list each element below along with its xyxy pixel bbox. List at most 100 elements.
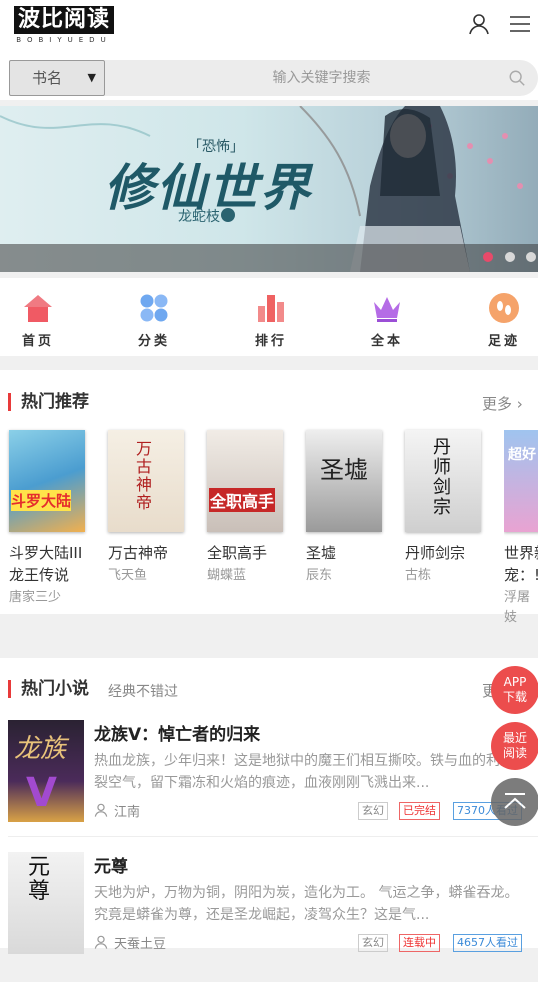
novel-description: 热血龙族，少年归来！这是地狱中的魔王们相互撕咬。铁与血的利爪撕裂空气，留下霜冻和… (94, 753, 528, 791)
novel-title: 元尊 (94, 857, 128, 877)
book-title-line2: 宠：! (504, 566, 538, 584)
book-cover: 万古神帝 (108, 430, 184, 532)
novel-cover: 龙族 V (8, 720, 84, 822)
genre-tag: 玄幻 (358, 934, 388, 952)
book-cover: 斗罗大陆 (9, 430, 85, 532)
banner-dot-1[interactable] (483, 252, 493, 262)
banner-author: 龙蛇枝 (178, 209, 220, 225)
nav-complete-label: 全本 (370, 334, 403, 349)
book-author: 蝴蝶蓝 (207, 568, 247, 583)
novel-author: 天蚕土豆 (114, 937, 167, 952)
logo-subtext: BOBIYUEDU (16, 36, 112, 44)
cover-title: 圣墟 (320, 456, 368, 484)
rank-icon (258, 295, 284, 322)
category-icon (140, 294, 168, 322)
back-to-top-button[interactable] (491, 778, 538, 826)
hot-recommend-more-label: 更多 (482, 395, 513, 413)
novel-description: 天地为炉，万物为铜，阴阳为炭，造化为工。 气运之争，蟒雀吞龙。 究竟是蟒雀为尊，… (94, 885, 519, 923)
novel-list-item[interactable]: 龙族 V 龙族Ⅴ：悼亡者的归来 热血龙族，少年归来！这是地狱中的魔王们相互撕咬。… (0, 720, 538, 850)
book-card[interactable]: 丹师剑宗 丹师剑宗 古栋 (405, 430, 483, 586)
banner-dot-3[interactable] (526, 252, 536, 262)
search-category-select[interactable]: 书名 ▼ (9, 60, 105, 96)
hot-novels-subtitle: 经典不错过 (108, 684, 178, 700)
book-cover: 丹师剑宗 (405, 430, 481, 532)
nav-rank[interactable]: 排行 (236, 292, 306, 349)
crown-icon (374, 297, 400, 322)
recent-reading-line2: 阅读 (502, 746, 527, 760)
nav-category[interactable]: 分类 (119, 292, 189, 349)
dropdown-arrow-icon: ▼ (87, 71, 96, 84)
banner-dot-2[interactable] (505, 252, 515, 262)
search-icon[interactable] (508, 69, 526, 87)
book-title: 万古神帝 (108, 544, 169, 562)
search-category-value: 书名 (32, 69, 63, 87)
novel-list-item[interactable]: 元尊 元尊 天地为炉，万物为铜，阴阳为炭，造化为工。 气运之争，蟒雀吞龙。 究竟… (0, 852, 538, 982)
nav-rank-label: 排行 (254, 334, 287, 349)
app-download-line1: APP (503, 675, 527, 689)
banner-author-badge (221, 208, 235, 222)
banner-caption-bar (0, 244, 538, 272)
genre-tag: 玄幻 (358, 802, 388, 820)
nav-home-label: 首页 (21, 334, 54, 349)
status-tag: 连载中 (399, 934, 440, 952)
novel-cover: 元尊 (8, 852, 84, 954)
book-cover: 圣墟 (306, 430, 382, 532)
book-title: 世界新 (504, 544, 538, 562)
book-title-line2: 龙王传说 (9, 566, 70, 584)
book-author: 古栋 (405, 568, 432, 583)
nav-history[interactable]: 足迹 (469, 292, 538, 349)
app-download-button[interactable]: APP 下载 (491, 666, 538, 714)
nav-home[interactable]: 首页 (3, 292, 73, 349)
hot-recommend-more-link[interactable]: 更多 › (482, 393, 523, 414)
book-cover: 全职高手 (207, 430, 283, 532)
book-author: 浮屠妓 (504, 590, 531, 625)
search-input[interactable] (105, 60, 538, 96)
cover-title: 斗罗大陆 (11, 490, 72, 511)
book-card[interactable]: 全职高手 全职高手 蝴蝶蓝 (207, 430, 285, 586)
cover-title: 元尊 (28, 855, 51, 904)
author-icon (94, 935, 108, 949)
book-card[interactable]: 超好 世界新 宠：! 浮屠妓 (504, 430, 538, 628)
book-card[interactable]: 斗罗大陆 斗罗大陆III 龙王传说 唐家三少 (9, 430, 87, 608)
footprint-icon (489, 293, 519, 323)
top-header: 波比阅读 BOBIYUEDU (0, 0, 538, 56)
home-icon (24, 295, 52, 322)
app-download-line2: 下载 (502, 690, 527, 704)
list-divider (8, 836, 538, 837)
cover-title: 丹师剑宗 (433, 437, 451, 518)
recent-reading-line1: 最近 (502, 731, 527, 745)
arrow-up-icon (504, 793, 526, 809)
book-title: 圣墟 (306, 544, 337, 562)
logo-text: 波比阅读 (14, 6, 115, 34)
book-author: 飞天鱼 (108, 568, 148, 583)
author-icon (94, 803, 108, 817)
book-author: 辰东 (306, 568, 333, 583)
book-cover: 超好 (504, 430, 538, 532)
book-title: 全职高手 (207, 544, 268, 562)
novel-title: 龙族Ⅴ：悼亡者的归来 (94, 725, 261, 745)
nav-category-label: 分类 (137, 334, 170, 349)
cover-title: 全职高手 (209, 488, 276, 512)
cover-v-mark: V (26, 770, 57, 816)
readers-tag: 4657人看过 (453, 934, 522, 952)
promo-banner[interactable]: 「恐怖」 修仙世界 龙蛇枝 (0, 106, 538, 272)
menu-icon[interactable] (508, 12, 532, 36)
status-tag: 已完结 (399, 802, 440, 820)
site-logo[interactable]: 波比阅读 BOBIYUEDU (14, 6, 115, 44)
user-icon[interactable] (467, 12, 491, 36)
cover-title: 超好 (508, 447, 536, 463)
recent-reading-button[interactable]: 最近 阅读 (491, 722, 538, 770)
nav-history-label: 足迹 (487, 334, 520, 349)
book-card[interactable]: 万古神帝 万古神帝 飞天鱼 (108, 430, 186, 586)
book-title: 斗罗大陆III (9, 544, 83, 562)
cover-title: 万古神帝 (136, 439, 153, 512)
nav-complete[interactable]: 全本 (352, 292, 422, 349)
hot-recommend-title: 热门推荐 (8, 393, 89, 411)
novel-author: 江南 (114, 805, 141, 820)
hot-novels-title: 热门小说 (8, 680, 89, 698)
cover-title: 龙族 (14, 734, 67, 764)
book-card[interactable]: 圣墟 圣墟 辰东 (306, 430, 384, 586)
chevron-right-icon: › (516, 395, 523, 413)
book-author: 唐家三少 (9, 590, 62, 605)
book-title: 丹师剑宗 (405, 544, 466, 562)
